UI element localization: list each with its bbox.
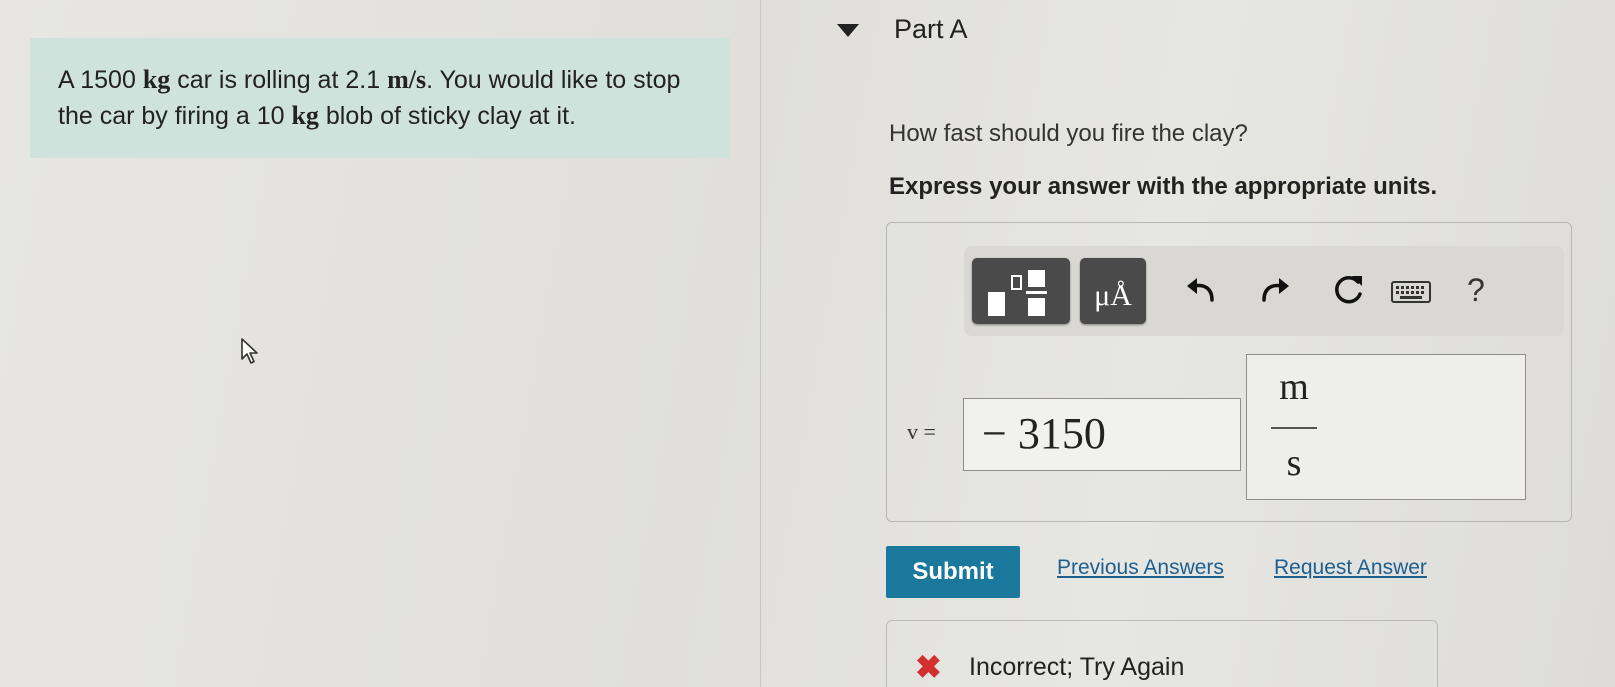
templates-icon — [988, 270, 1047, 316]
help-button[interactable]: ? — [1467, 272, 1485, 309]
problem-unit-kg-2: kg — [291, 101, 319, 130]
unit-fraction-bar — [1271, 427, 1317, 429]
reset-icon[interactable] — [1328, 266, 1368, 314]
instructions-text: Express your answer with the appropriate… — [889, 173, 1438, 200]
previous-answers-link[interactable]: Previous Answers — [1057, 556, 1224, 580]
problem-statement: A 1500 kg car is rolling at 2.1 m/s. You… — [30, 38, 730, 158]
feedback-box: ✖ Incorrect; Try Again — [886, 620, 1438, 687]
answer-units-input[interactable]: m s — [1246, 354, 1526, 500]
units-button[interactable]: μÅ — [1080, 258, 1146, 324]
part-title[interactable]: Part A — [894, 14, 968, 45]
submit-button[interactable]: Submit — [886, 546, 1020, 598]
mouse-cursor-icon — [241, 338, 258, 364]
math-toolbar: μÅ ? — [964, 246, 1564, 336]
feedback-text: Incorrect; Try Again — [969, 653, 1185, 681]
panel-divider — [760, 0, 761, 687]
problem-unit-kg: kg — [142, 65, 171, 94]
redo-icon[interactable] — [1254, 266, 1294, 314]
unit-denominator: s — [1286, 442, 1302, 484]
request-answer-link[interactable]: Request Answer — [1274, 556, 1427, 580]
undo-icon[interactable] — [1182, 266, 1222, 314]
collapse-caret-icon[interactable] — [837, 24, 859, 37]
page: A 1500 kg car is rolling at 2.1 m/s. You… — [0, 0, 1615, 687]
problem-intro: A 1500 — [58, 66, 136, 94]
question-text: How fast should you fire the clay? — [889, 120, 1248, 147]
templates-button[interactable] — [972, 258, 1070, 324]
unit-numerator: m — [1279, 366, 1309, 408]
variable-label: v = — [907, 419, 936, 444]
problem-mid1: car is rolling at 2.1 — [177, 66, 381, 94]
problem-unit-mps: m/s — [387, 65, 427, 94]
problem-end: blob of sticky clay at it. — [325, 102, 576, 130]
keyboard-icon[interactable] — [1388, 266, 1434, 314]
incorrect-x-icon: ✖ — [915, 649, 942, 685]
answer-value-input[interactable]: − 3150 — [963, 398, 1241, 471]
